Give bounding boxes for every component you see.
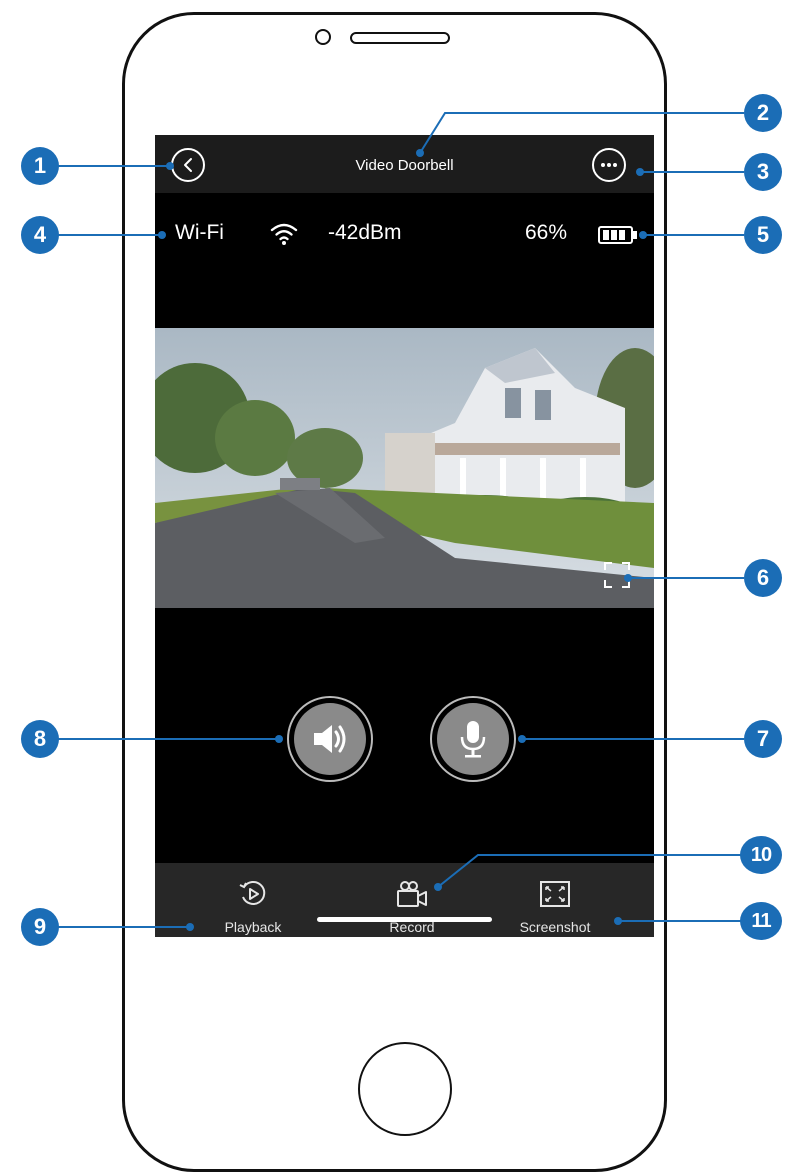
callout-8: 8 [21, 720, 59, 758]
callout-lines [58, 112, 744, 931]
callout-5: 5 [744, 216, 782, 254]
callout-6: 6 [744, 559, 782, 597]
callout-3: 3 [744, 153, 782, 191]
callout-9: 9 [21, 908, 59, 946]
callout-2: 2 [744, 94, 782, 132]
callout-7: 7 [744, 720, 782, 758]
callout-4: 4 [21, 216, 59, 254]
callout-11: 11 [740, 902, 782, 940]
callout-1: 1 [21, 147, 59, 185]
callout-10: 10 [740, 836, 782, 874]
